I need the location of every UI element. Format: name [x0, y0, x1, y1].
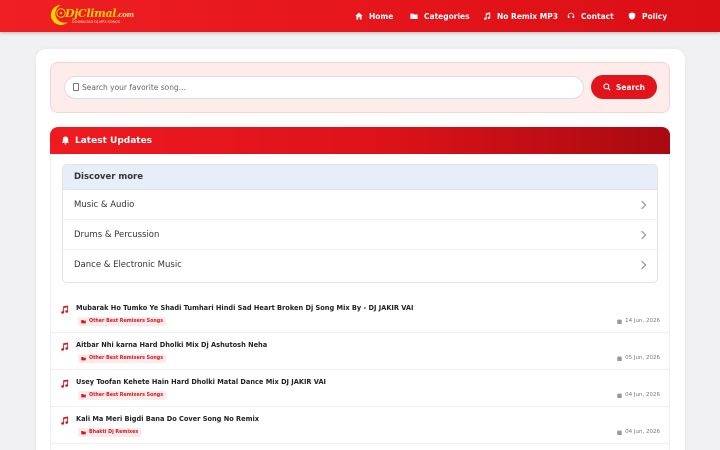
search-button[interactable]: Search — [591, 75, 657, 99]
calendar-icon — [617, 355, 622, 361]
chevron-right-icon — [637, 230, 647, 239]
song-category-label: Other Best Remixers Songs — [89, 319, 164, 324]
nav-home-label: Home — [369, 11, 394, 21]
song-date: 05 Jun, 2026 — [617, 355, 660, 361]
song-title[interactable]: Aitbar Nhi karna Hard Dholki Mix Dj Ashu… — [76, 341, 267, 349]
song-date: 04 Jun, 2026 — [617, 392, 660, 398]
song-date: 04 Jun, 2026 — [617, 429, 660, 435]
song-date-label: 04 Jun, 2026 — [625, 429, 660, 435]
calendar-icon — [617, 392, 622, 398]
music-note-icon — [61, 342, 69, 351]
discover-item-label: Music & Audio — [74, 199, 135, 210]
nav-categories[interactable]: Categories — [410, 0, 470, 32]
headset-icon — [567, 12, 575, 18]
song-category-label: Other Best Remixers Songs — [89, 356, 164, 361]
logo-wordmark: DjClimal.com — [65, 7, 134, 20]
discover-item[interactable]: Dance & Electronic Music — [63, 250, 657, 280]
discover-item-label: Drums & Percussion — [74, 229, 160, 240]
nav-home[interactable]: Home — [355, 0, 393, 32]
song-list-item[interactable]: Aitbar Nhi karna Hard Dholki Mix Dj Ashu… — [50, 333, 670, 370]
song-category-label: Other Best Remixers Songs — [89, 393, 164, 398]
song-category-badge[interactable]: Other Best Remixers Songs — [78, 354, 167, 363]
nav-policy-label: Policy — [642, 11, 668, 21]
discover-item[interactable]: Drums & Percussion — [63, 220, 657, 250]
song-category-badge[interactable]: Bhakti Dj Remixes — [78, 428, 142, 437]
discover-more-box: Discover more Music & Audio Drums & Perc… — [62, 164, 658, 283]
shield-icon — [628, 12, 636, 20]
song-category-badge[interactable]: Other Best Remixers Songs — [78, 391, 167, 400]
chevron-right-icon — [637, 260, 647, 270]
nav-no-remix-label: No Remix MP3 — [497, 11, 558, 21]
music-note-icon — [61, 305, 69, 314]
search-button-label: Search — [615, 82, 646, 92]
home-icon — [355, 12, 363, 20]
song-category-badge[interactable]: Other Best Remixers Songs — [78, 317, 167, 326]
discover-item[interactable]: Music & Audio — [63, 190, 657, 220]
song-date: 14 Jun, 2026 — [617, 318, 660, 324]
latest-updates-header: Latest Updates — [50, 127, 670, 154]
song-list-item[interactable]: Kali Ma Meri Bigdi Bana Do Cover Song No… — [50, 407, 670, 444]
music-note-icon — [61, 416, 69, 425]
site-header: DjClimal.com DOWNLOAD DJ MP3 SONGS Home … — [0, 0, 720, 32]
search-input[interactable] — [64, 76, 584, 99]
chevron-right-icon — [637, 200, 647, 209]
nav-no-remix-mp3[interactable]: No Remix MP3 — [483, 0, 558, 32]
song-category-label: Bhakti Dj Remixes — [89, 430, 139, 435]
calendar-icon — [617, 318, 622, 324]
site-logo[interactable]: DjClimal.com DOWNLOAD DJ MP3 SONGS — [48, 3, 134, 29]
song-title[interactable]: Usey Toofan Kehete Hain Hard Dholki Mata… — [76, 378, 326, 386]
folder-icon — [81, 320, 86, 324]
song-title[interactable]: Mubarak Ho Tumko Ye Shadi Tumhari Hindi … — [76, 304, 413, 312]
latest-updates-title: Latest Updates — [75, 135, 153, 146]
placeholder-glyph-icon — [73, 83, 79, 91]
song-date-label: 05 Jun, 2026 — [625, 355, 660, 361]
discover-more-title: Discover more — [63, 165, 657, 190]
folder-icon — [81, 394, 86, 398]
bell-icon — [61, 136, 70, 145]
song-title[interactable]: Kali Ma Meri Bigdi Bana Do Cover Song No… — [76, 415, 259, 423]
nav-categories-label: Categories — [424, 11, 470, 21]
discover-item-label: Dance & Electronic Music — [74, 260, 182, 270]
music-note-icon — [61, 379, 69, 388]
search-icon — [603, 83, 611, 91]
song-date-label: 14 Jun, 2026 — [625, 318, 660, 324]
music-note-icon — [484, 12, 491, 20]
nav-policy[interactable]: Policy — [628, 0, 667, 32]
calendar-icon — [617, 429, 622, 435]
logo-tagline: DOWNLOAD DJ MP3 SONGS — [72, 20, 121, 24]
song-list-item[interactable]: Mubarak Ho Tumko Ye Shadi Tumhari Hindi … — [50, 296, 670, 333]
folder-icon — [410, 13, 418, 20]
folder-icon — [81, 357, 86, 361]
nav-contact-label: Contact — [581, 11, 614, 21]
folder-icon — [81, 431, 86, 435]
song-date-label: 04 Jun, 2026 — [625, 392, 660, 398]
nav-contact[interactable]: Contact — [567, 0, 614, 32]
song-list-item[interactable]: Usey Toofan Kehete Hain Hard Dholki Mata… — [50, 370, 670, 407]
